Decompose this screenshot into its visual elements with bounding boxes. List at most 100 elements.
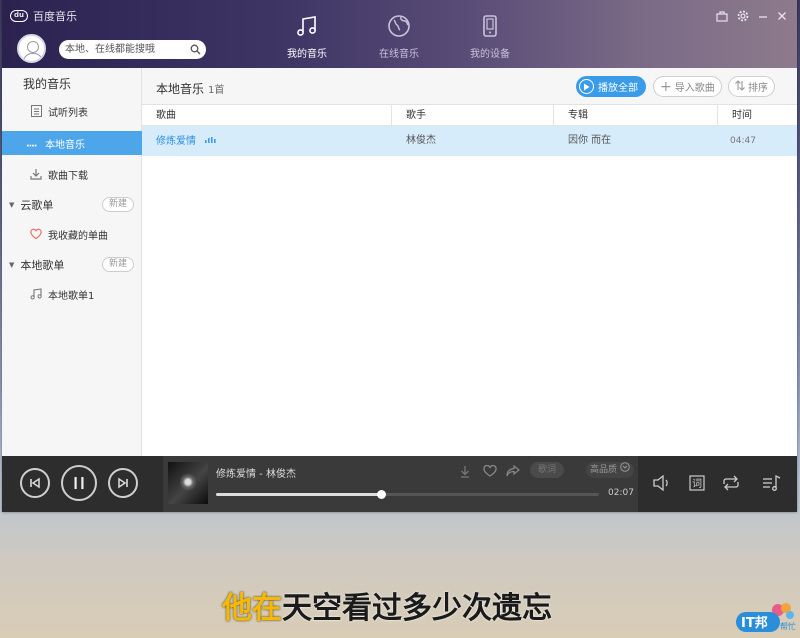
window-controls xyxy=(716,10,787,24)
sidebar-item-song-download[interactable]: 歌曲下载 xyxy=(2,162,142,186)
download-icon xyxy=(30,168,42,180)
pause-icon xyxy=(74,477,84,489)
player-bar: 修炼爱情 - 林俊杰 歌词 高品质 02:07 词 xyxy=(2,456,797,512)
avatar[interactable] xyxy=(17,34,46,63)
time-cell: 04:47 xyxy=(730,136,756,146)
next-icon xyxy=(118,477,128,489)
globe-icon xyxy=(388,15,410,37)
chevron-down-icon xyxy=(620,462,630,478)
close-icon[interactable] xyxy=(777,11,787,23)
subtitle-rest: 天空看过多少次遗忘 xyxy=(282,591,552,626)
play-all-button[interactable]: 播放全部 xyxy=(576,76,646,97)
song-title: 修炼爱情 xyxy=(156,136,196,147)
svg-text:帮忙: 帮忙 xyxy=(780,621,796,631)
header-bar: du 百度音乐 我的音乐 在线音乐 我的设备 xyxy=(2,0,797,68)
tab-my-music-label: 我的音乐 xyxy=(287,49,327,60)
sidebar-item-favorite-songs[interactable]: 我收藏的单曲 xyxy=(2,222,142,246)
triangle-down-icon: ▼ xyxy=(9,261,15,269)
sidebar-item-local-playlist-1[interactable]: 本地歌单1 xyxy=(2,282,142,306)
album-cell: 因你 而在 xyxy=(568,135,612,146)
share-icon[interactable] xyxy=(505,464,521,478)
video-subtitle: 他在天空看过多少次遗忘 xyxy=(222,583,552,627)
sidebar-item-local-music[interactable]: 本地音乐 xyxy=(2,131,142,155)
play-all-label: 播放全部 xyxy=(598,83,638,94)
app-window: du 百度音乐 我的音乐 在线音乐 我的设备 xyxy=(2,0,797,512)
quality-label: 高品质 xyxy=(590,465,618,475)
song-count: 1首 xyxy=(208,85,225,96)
sidebar-group-local-playlist[interactable]: ▼ 本地歌单 新建 xyxy=(2,255,142,275)
artist-cell: 林俊杰 xyxy=(406,135,436,146)
tab-my-devices[interactable]: 我的设备 xyxy=(455,14,525,60)
sidebar-item-label: 试听列表 xyxy=(48,107,88,119)
subtitle-highlight: 他在 xyxy=(222,591,282,626)
minimize-icon[interactable] xyxy=(758,11,768,23)
import-songs-button[interactable]: + 导入歌曲 xyxy=(653,76,722,97)
sort-button[interactable]: 排序 xyxy=(728,76,775,97)
table-row[interactable]: 修炼爱情 林俊杰 因你 而在 04:47 xyxy=(142,126,797,156)
skin-icon[interactable] xyxy=(716,10,728,24)
previous-button[interactable] xyxy=(20,468,50,498)
itbang-watermark-logo: IT邦 帮忙 xyxy=(736,603,796,632)
progress-knob[interactable] xyxy=(376,490,386,499)
triangle-down-icon: ▼ xyxy=(9,201,15,209)
sidebar: 我的音乐 试听列表 本地音乐 歌曲下载 ▼ 云歌单 新建 我收藏的单曲 ▼ 本地… xyxy=(2,68,142,456)
playing-indicator-icon xyxy=(205,126,217,156)
pause-button[interactable] xyxy=(61,465,97,501)
tab-my-music[interactable]: 我的音乐 xyxy=(272,14,342,60)
sidebar-group-cloud-playlist[interactable]: ▼ 云歌单 新建 xyxy=(2,195,142,215)
next-button[interactable] xyxy=(108,468,138,498)
tab-online-music-label: 在线音乐 xyxy=(379,49,419,60)
column-header-album[interactable]: 专辑 xyxy=(554,105,718,126)
now-playing-title: 修炼爱情 - 林俊杰 xyxy=(216,469,296,480)
lyrics-window-button[interactable]: 词 xyxy=(685,470,709,496)
app-logo: du 百度音乐 xyxy=(10,8,77,24)
music-note-icon xyxy=(297,16,316,36)
playlist-icon xyxy=(763,474,781,491)
playlist-button[interactable] xyxy=(760,470,784,496)
column-header-song[interactable]: 歌曲 xyxy=(142,105,392,126)
sidebar-item-label: 我收藏的单曲 xyxy=(48,230,108,242)
new-cloud-playlist-button[interactable]: 新建 xyxy=(102,197,134,212)
album-cover[interactable] xyxy=(168,462,208,504)
app-title: 百度音乐 xyxy=(33,10,77,23)
search-icon[interactable] xyxy=(187,42,203,57)
tab-online-music[interactable]: 在线音乐 xyxy=(364,14,434,60)
tab-my-devices-label: 我的设备 xyxy=(470,49,510,60)
column-header-time[interactable]: 时间 xyxy=(718,105,797,126)
main-panel: 本地音乐 1首 播放全部 + 导入歌曲 排序 歌曲 歌手 专辑 时间 修炼爱情 … xyxy=(142,68,797,456)
play-icon xyxy=(579,79,594,94)
gear-icon[interactable] xyxy=(737,10,749,24)
phone-icon xyxy=(483,15,497,37)
quality-dropdown[interactable]: 高品质 xyxy=(586,462,635,478)
main-header: 本地音乐 1首 播放全部 + 导入歌曲 排序 xyxy=(142,68,797,105)
sidebar-item-trial-list[interactable]: 试听列表 xyxy=(2,99,142,123)
sidebar-item-label: 歌曲下载 xyxy=(48,170,88,182)
sidebar-item-label: 本地歌单1 xyxy=(48,290,95,302)
volume-button[interactable] xyxy=(650,470,674,496)
elapsed-time: 02:07 xyxy=(608,488,634,498)
search-input[interactable] xyxy=(59,40,206,59)
sort-icon xyxy=(735,79,745,94)
sidebar-group-label: 云歌单 xyxy=(20,199,54,212)
new-local-playlist-button[interactable]: 新建 xyxy=(102,257,134,272)
baidu-music-logo-icon: du xyxy=(10,10,28,22)
import-songs-label: 导入歌曲 xyxy=(674,83,715,94)
song-cell: 修炼爱情 xyxy=(156,126,217,156)
heart-icon xyxy=(30,228,42,240)
plus-icon: + xyxy=(660,78,672,95)
repeat-mode-button[interactable] xyxy=(719,470,743,496)
equalizer-icon xyxy=(27,137,39,149)
progress-fill xyxy=(216,493,381,496)
download-icon[interactable] xyxy=(457,464,473,478)
progress-bar[interactable] xyxy=(216,490,599,499)
table-header: 歌曲 歌手 专辑 时间 xyxy=(142,105,797,126)
lyrics-button[interactable]: 歌词 xyxy=(530,462,565,478)
column-header-artist[interactable]: 歌手 xyxy=(392,105,554,126)
music-note-icon xyxy=(30,288,42,300)
heart-icon[interactable] xyxy=(482,464,498,478)
page-title-text: 本地音乐 xyxy=(156,82,205,96)
sidebar-item-label: 本地音乐 xyxy=(45,139,85,151)
repeat-icon xyxy=(723,475,739,491)
speaker-icon xyxy=(653,475,668,491)
svg-text:IT邦: IT邦 xyxy=(741,615,768,631)
